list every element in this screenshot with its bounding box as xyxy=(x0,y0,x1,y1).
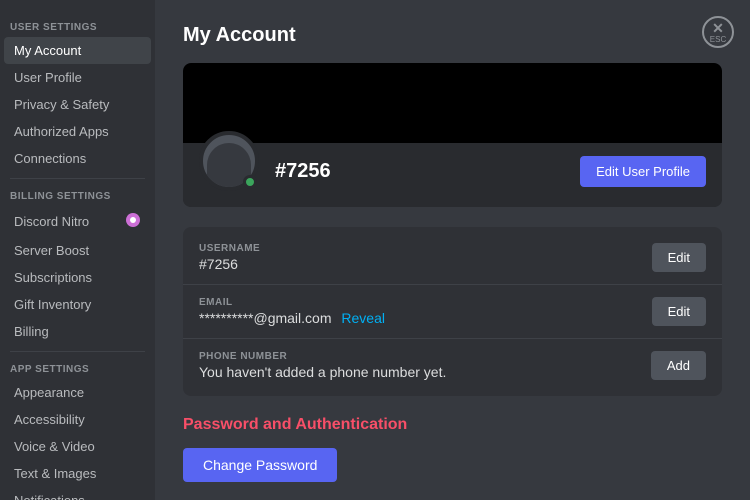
username-label: USERNAME xyxy=(199,243,652,254)
username-value: #7256 xyxy=(199,256,652,272)
sidebar-item-label: Notifications xyxy=(14,493,85,500)
sidebar-item-label: User Profile xyxy=(14,70,82,85)
sidebar-item-label: Server Boost xyxy=(14,243,89,258)
phone-add-button[interactable]: Add xyxy=(651,351,706,380)
phone-label: PHONE NUMBER xyxy=(199,351,651,362)
profile-card: #7256 Edit User Profile xyxy=(183,63,722,207)
sidebar-item-voice-video[interactable]: Voice & Video xyxy=(4,433,151,460)
sidebar-item-label: Text & Images xyxy=(14,466,96,481)
app-settings-label: APP SETTINGS xyxy=(0,358,155,379)
change-password-button[interactable]: Change Password xyxy=(183,448,337,482)
sidebar-item-label: Voice & Video xyxy=(14,439,95,454)
sidebar-item-accessibility[interactable]: Accessibility xyxy=(4,406,151,433)
sidebar-item-user-profile[interactable]: User Profile xyxy=(4,64,151,91)
sidebar-item-appearance[interactable]: Appearance xyxy=(4,379,151,406)
divider-app xyxy=(10,351,145,352)
sidebar-item-subscriptions[interactable]: Subscriptions xyxy=(4,264,151,291)
sidebar-item-text-images[interactable]: Text & Images xyxy=(4,460,151,487)
sidebar-item-privacy-safety[interactable]: Privacy & Safety xyxy=(4,91,151,118)
email-field-row: EMAIL **********@gmail.com Reveal Edit xyxy=(183,285,722,339)
avatar-wrap xyxy=(199,131,259,191)
sidebar-item-label: Connections xyxy=(14,151,86,166)
close-button[interactable]: ✕ ESC xyxy=(702,16,734,48)
sidebar-item-label: Privacy & Safety xyxy=(14,97,109,112)
sidebar-item-billing[interactable]: Billing xyxy=(4,318,151,345)
sidebar-item-my-account[interactable]: My Account xyxy=(4,37,151,64)
page-title: My Account xyxy=(183,24,722,47)
sidebar-item-label: Gift Inventory xyxy=(14,297,91,312)
sidebar-item-notifications[interactable]: Notifications xyxy=(4,487,151,500)
sidebar-item-connections[interactable]: Connections xyxy=(4,145,151,172)
profile-info-row: #7256 Edit User Profile xyxy=(183,143,722,207)
user-settings-label: USER SETTINGS xyxy=(0,16,155,37)
edit-user-profile-button[interactable]: Edit User Profile xyxy=(580,156,706,187)
email-edit-button[interactable]: Edit xyxy=(652,297,706,326)
nitro-icon xyxy=(125,212,141,231)
billing-settings-label: BILLING SETTINGS xyxy=(0,185,155,206)
username-edit-button[interactable]: Edit xyxy=(652,243,706,272)
phone-value: You haven't added a phone number yet. xyxy=(199,364,651,380)
sidebar-item-label: Subscriptions xyxy=(14,270,92,285)
reveal-email-link[interactable]: Reveal xyxy=(341,310,385,326)
username-field-row: USERNAME #7256 Edit xyxy=(183,231,722,285)
online-status-dot xyxy=(243,175,257,189)
sidebar-item-discord-nitro[interactable]: Discord Nitro xyxy=(4,206,151,237)
phone-field-row: PHONE NUMBER You haven't added a phone n… xyxy=(183,339,722,392)
sidebar-item-label: Appearance xyxy=(14,385,84,400)
close-x-icon: ✕ xyxy=(712,21,724,35)
sidebar-item-label: Authorized Apps xyxy=(14,124,109,139)
divider-billing xyxy=(10,178,145,179)
main-content: ✕ ESC My Account #7256 Edit User Profile… xyxy=(155,0,750,500)
email-field-info: EMAIL **********@gmail.com Reveal xyxy=(199,297,652,326)
esc-label: ESC xyxy=(710,36,726,44)
email-value: **********@gmail.com Reveal xyxy=(199,310,652,326)
username-tag: #7256 xyxy=(275,160,580,183)
username-field-info: USERNAME #7256 xyxy=(199,243,652,272)
password-section-title: Password and Authentication xyxy=(183,416,722,434)
sidebar-item-gift-inventory[interactable]: Gift Inventory xyxy=(4,291,151,318)
profile-banner xyxy=(183,63,722,143)
sidebar-item-label: Billing xyxy=(14,324,49,339)
sidebar-item-label: Accessibility xyxy=(14,412,85,427)
account-fields: USERNAME #7256 Edit EMAIL **********@gma… xyxy=(183,227,722,396)
sidebar-item-label: My Account xyxy=(14,43,81,58)
sidebar: USER SETTINGS My Account User Profile Pr… xyxy=(0,0,155,500)
sidebar-item-authorized-apps[interactable]: Authorized Apps xyxy=(4,118,151,145)
email-masked: **********@gmail.com xyxy=(199,310,332,326)
phone-field-info: PHONE NUMBER You haven't added a phone n… xyxy=(199,351,651,380)
email-label: EMAIL xyxy=(199,297,652,308)
sidebar-item-label: Discord Nitro xyxy=(14,214,89,229)
sidebar-item-server-boost[interactable]: Server Boost xyxy=(4,237,151,264)
